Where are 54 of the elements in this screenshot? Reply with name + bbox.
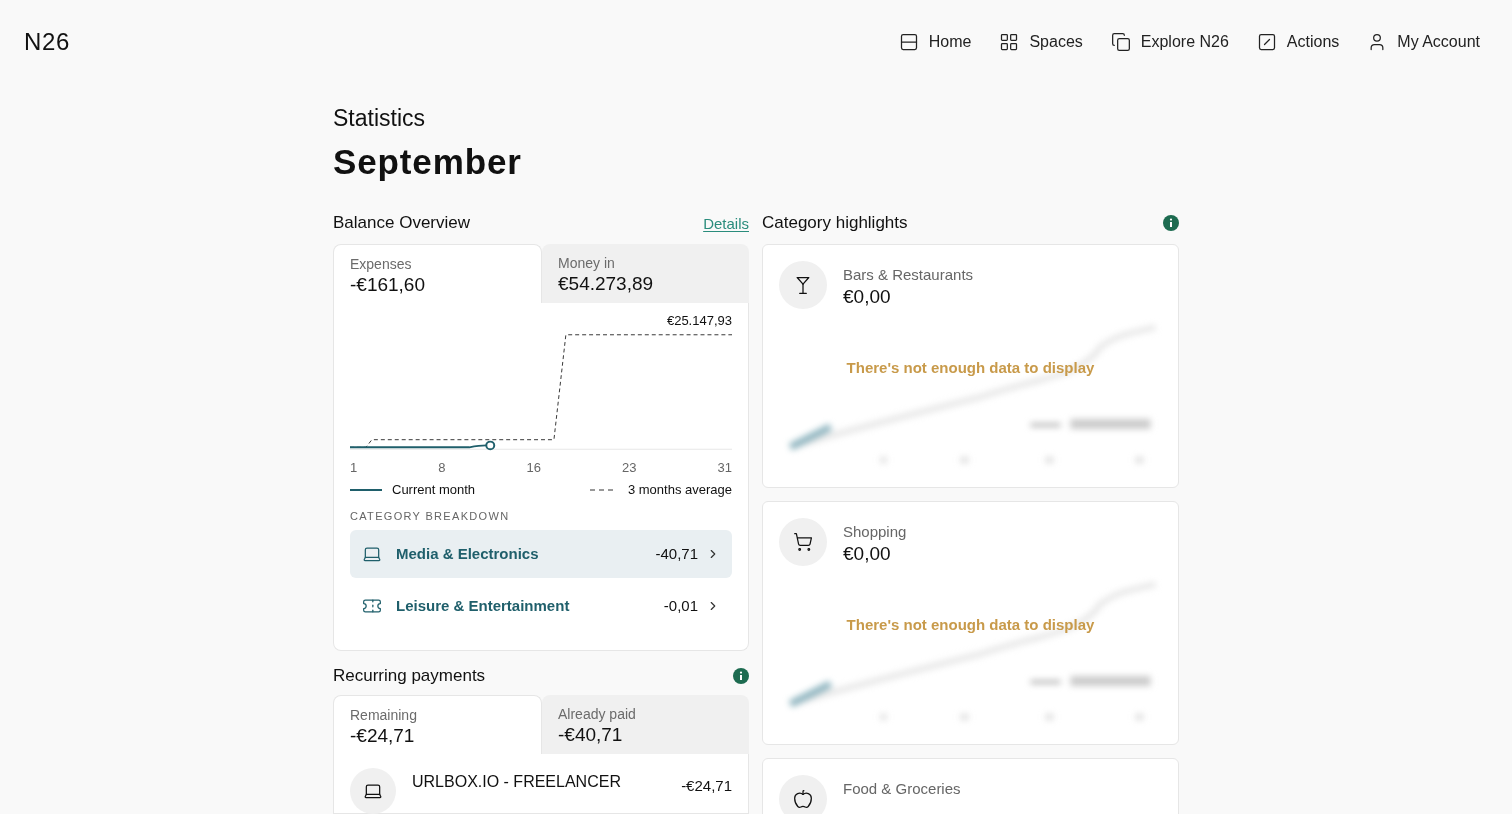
amount-tab[interactable]: Money in €54.273,89: [542, 243, 749, 303]
rows-icon: [898, 32, 919, 52]
amount-tab[interactable]: Already paid -€40,71: [542, 694, 749, 754]
category-amount: -40,71: [655, 543, 698, 564]
solid-line-icon: [350, 489, 382, 491]
stacked-squares-icon: [1110, 32, 1131, 52]
nav-link[interactable]: Actions: [1256, 30, 1340, 54]
category-name: Bars & Restaurants: [843, 264, 974, 285]
axis-tick: 23: [622, 460, 637, 476]
apple-icon: [793, 788, 813, 809]
category-name: Food & Groceries: [843, 778, 961, 799]
legend-label: 3 months average: [627, 482, 732, 498]
peak-value: €25.147,93: [666, 311, 732, 330]
category-amount: €0,00: [843, 284, 892, 309]
category-name: Leisure & Entertainment: [396, 595, 570, 616]
blurred-current-line: [788, 680, 833, 707]
slashed-square-icon: [1256, 32, 1277, 52]
breakdown-title: CATEGORY BREAKDOWN: [350, 509, 511, 524]
legend-label: Current month: [392, 482, 476, 498]
highlight-card[interactable]: Shopping €0,00 There's not enough data to display: [762, 500, 1179, 745]
info-icon[interactable]: [733, 667, 749, 684]
no-data-message: There's not enough data to display: [845, 614, 1096, 635]
blurred-current-line: [788, 423, 833, 450]
category-name: Media & Electronics: [396, 543, 539, 564]
cart-icon: [793, 531, 813, 552]
nav-link[interactable]: Explore N26: [1110, 30, 1229, 54]
payment-amount: -€24,71: [681, 775, 732, 796]
category-amount: -0,01: [663, 595, 698, 616]
section-title: Category highlights: [762, 212, 908, 234]
info-icon[interactable]: [1163, 214, 1179, 231]
category-amount: €0,00: [843, 541, 892, 566]
amount-tab[interactable]: Remaining -€24,71: [333, 694, 542, 754]
category-name: Shopping: [843, 521, 907, 542]
nav-link[interactable]: Home: [898, 30, 972, 54]
highlight-card[interactable]: Bars & Restaurants €0,00 There's not enough data to display: [762, 243, 1179, 488]
logo[interactable]: N26: [24, 24, 70, 60]
highlight-card[interactable]: Food & Groceries: [762, 757, 1179, 814]
nav-link[interactable]: My Account: [1367, 30, 1480, 54]
grid-icon: [999, 32, 1020, 52]
dashed-line-icon: [589, 489, 616, 491]
no-data-message: There's not enough data to display: [845, 357, 1096, 378]
axis-tick: 1: [350, 460, 358, 476]
amount-tab[interactable]: Expenses -€161,60: [333, 243, 542, 303]
section-title: Recurring payments: [333, 665, 486, 687]
page-subtitle: Statistics: [333, 104, 427, 132]
details-link[interactable]: Details: [703, 213, 749, 236]
axis-tick: 31: [717, 460, 732, 476]
category-row[interactable]: Media & Electronics -40,71: [350, 530, 732, 578]
axis-tick: 8: [438, 460, 446, 476]
payment-name: URLBOX.IO - FREELANCER: [412, 771, 621, 792]
section-title: Balance Overview: [333, 212, 470, 234]
page-title: September: [333, 141, 523, 183]
axis-tick: 16: [526, 460, 541, 476]
nav-link[interactable]: Spaces: [999, 30, 1083, 54]
